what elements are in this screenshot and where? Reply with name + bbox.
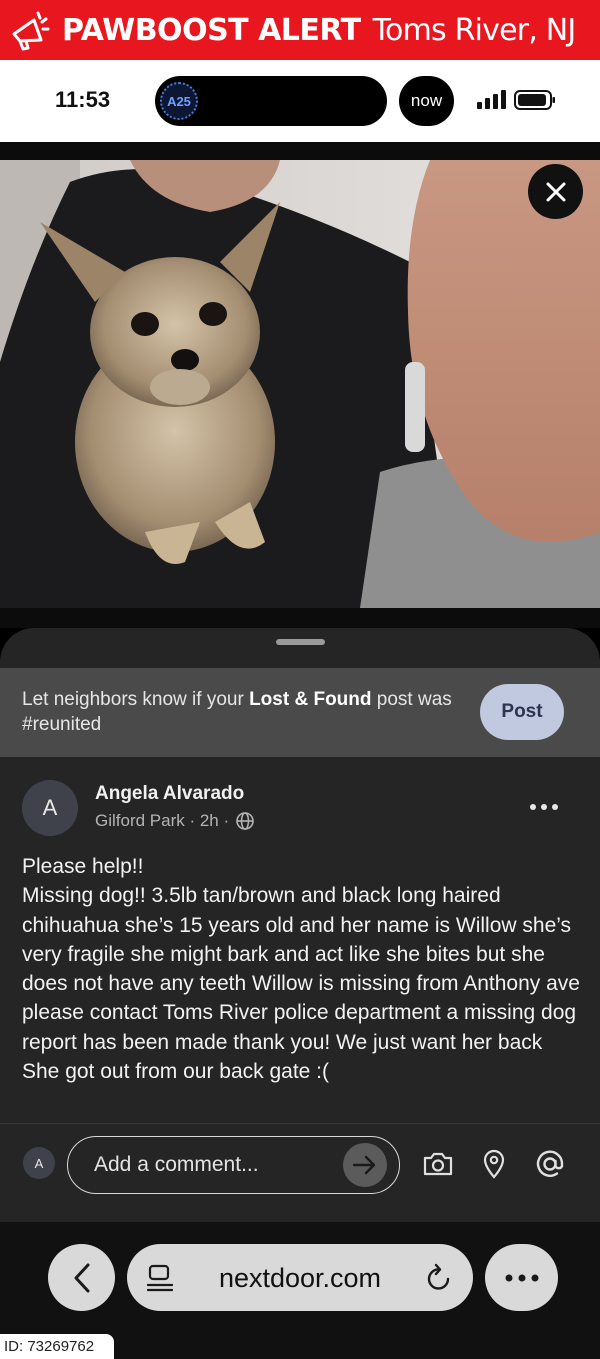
chevron-left-icon	[74, 1263, 89, 1292]
comment-divider	[0, 1123, 600, 1124]
url-text[interactable]: nextdoor.com	[127, 1263, 473, 1294]
browser-menu-button[interactable]	[485, 1244, 558, 1311]
globe-icon	[236, 812, 254, 830]
post-body-text: Please help!! Missing dog!! 3.5lb tan/br…	[22, 855, 580, 1084]
author-name[interactable]: Angela Alvarado	[95, 783, 244, 805]
arrow-right-icon	[352, 1155, 376, 1175]
more-options-icon[interactable]	[526, 800, 562, 814]
reload-icon[interactable]	[425, 1263, 453, 1293]
send-comment-button[interactable]	[343, 1143, 387, 1187]
alert-brand: PAWBOOST ALERT	[62, 12, 361, 48]
comment-input[interactable]	[94, 1151, 324, 1179]
reunite-post-button[interactable]: Post	[480, 684, 564, 740]
dog-photo	[0, 142, 600, 628]
comment-box[interactable]	[67, 1136, 400, 1194]
post-sheet: Let neighbors know if your Lost & Found …	[0, 628, 600, 1222]
post-meta: Gilford Park · 2h ·	[95, 811, 255, 831]
live-activity-badge: A25	[160, 82, 198, 120]
post-meta-text: Gilford Park · 2h ·	[95, 811, 230, 830]
close-photo-button[interactable]	[528, 164, 583, 219]
mention-button[interactable]	[534, 1148, 566, 1180]
dog-photo-image	[0, 142, 600, 628]
camera-button[interactable]	[422, 1148, 454, 1180]
status-time: 11:53	[55, 87, 111, 112]
author-avatar[interactable]: A	[22, 780, 78, 836]
at-sign-icon	[536, 1150, 564, 1177]
location-button[interactable]	[478, 1148, 510, 1180]
camera-icon	[423, 1152, 453, 1176]
dynamic-island: A25	[155, 76, 387, 126]
location-pin-icon	[483, 1149, 505, 1179]
pawboost-alert-banner: PAWBOOST ALERT Toms River, NJ	[0, 0, 600, 60]
megaphone-icon	[12, 11, 50, 51]
reunite-message: Let neighbors know if your Lost & Found …	[22, 689, 452, 735]
reunite-banner: Let neighbors know if your Lost & Found …	[0, 668, 600, 757]
now-pill: now	[399, 76, 454, 126]
address-bar[interactable]: nextdoor.com	[127, 1244, 473, 1311]
more-horizontal-icon	[505, 1274, 538, 1281]
listing-id-tag: ID: 73269762	[0, 1334, 114, 1359]
cellular-signal-icon	[477, 90, 506, 109]
commenter-avatar: A	[23, 1147, 55, 1179]
close-icon	[546, 182, 565, 201]
browser-back-button[interactable]	[48, 1244, 115, 1311]
alert-location: Toms River, NJ	[372, 12, 577, 48]
post-body: Please help!! Missing dog!! 3.5lb tan/br…	[22, 852, 582, 1086]
status-bar: 11:53 A25 now	[0, 60, 600, 142]
battery-icon	[514, 90, 555, 110]
sheet-drag-handle[interactable]	[276, 639, 325, 645]
